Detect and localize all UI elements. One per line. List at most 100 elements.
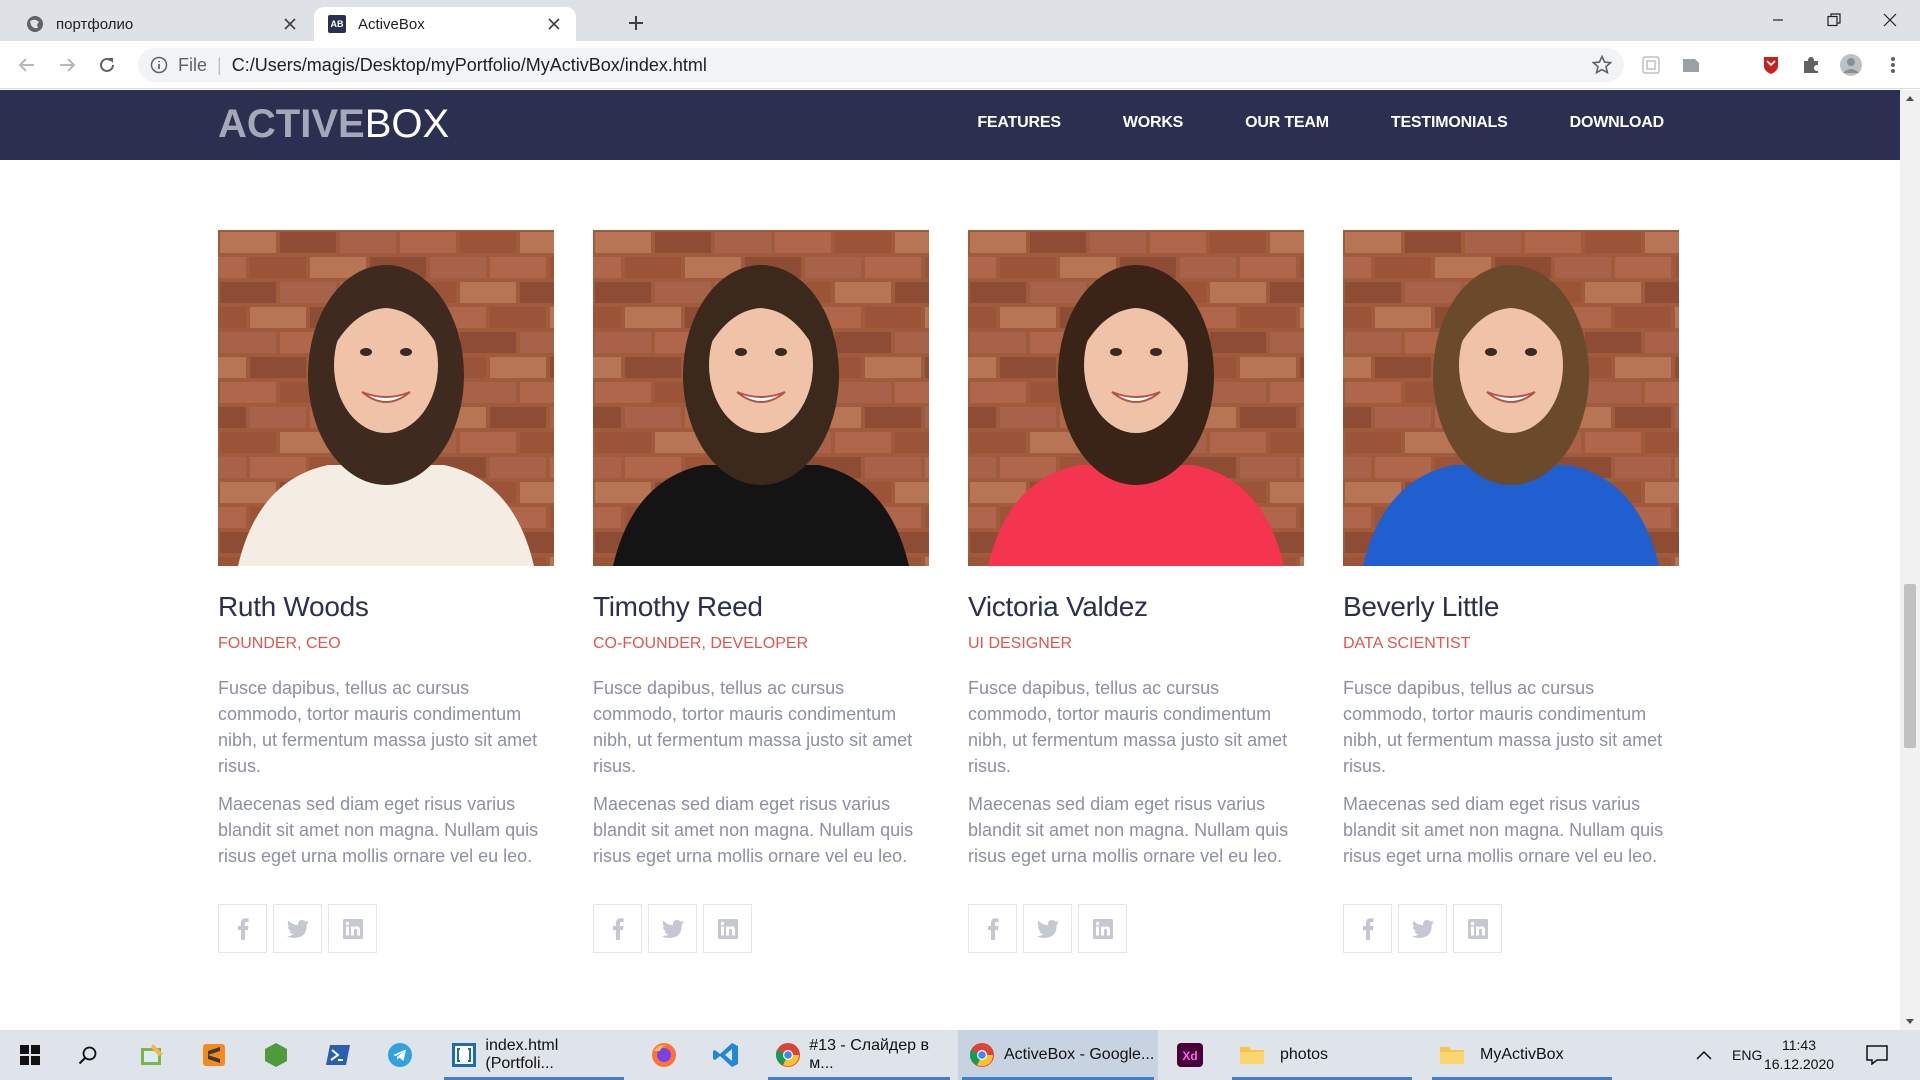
notification-icon <box>1866 1045 1888 1065</box>
twitter-link[interactable] <box>1398 904 1447 953</box>
svg-text:Xd: Xd <box>1182 1049 1197 1063</box>
member-bio: Fusce dapibus, tellus ac cursus commodo,… <box>593 678 913 776</box>
facebook-link[interactable] <box>218 904 267 953</box>
scrollbar-thumb[interactable] <box>1904 584 1916 748</box>
taskbar-app-node[interactable] <box>250 1030 302 1080</box>
taskbar-app-label: MyActivBox <box>1480 1046 1564 1063</box>
linkedin-link[interactable] <box>1453 904 1502 953</box>
scroll-up-arrow[interactable] <box>1900 90 1920 106</box>
profile-button[interactable] <box>1838 52 1864 78</box>
window-close-button[interactable] <box>1862 0 1918 40</box>
nav-testimonials[interactable]: TESTIMONIALS <box>1391 114 1508 132</box>
taskbar-app-explorer-myactivbox[interactable]: MyActivBox <box>1428 1030 1616 1080</box>
minimize-button[interactable] <box>1750 0 1806 40</box>
reload-button[interactable] <box>92 50 122 80</box>
address-bar[interactable]: File | C:/Users/magis/Desktop/myPortfoli… <box>138 48 1624 82</box>
social-links <box>593 904 929 953</box>
restore-button[interactable] <box>1806 0 1862 40</box>
facebook-link[interactable] <box>968 904 1017 953</box>
extension-button[interactable] <box>1758 52 1784 78</box>
taskbar-app-label: #13 - Слайдер в м... <box>809 1037 929 1072</box>
tab-title: ActiveBox <box>358 15 425 33</box>
back-button[interactable] <box>12 50 42 80</box>
linkedin-link[interactable] <box>328 904 377 953</box>
member-role: UI DESIGNER <box>968 635 1073 652</box>
member-bio: Fusce dapibus, tellus ac cursus commodo,… <box>218 678 538 776</box>
team-section: Ruth Woods FOUNDER, CEO Fusce dapibus, t… <box>218 230 1682 1020</box>
linkedin-link[interactable] <box>703 904 752 953</box>
nav-works[interactable]: WORKS <box>1123 114 1184 132</box>
browser-tab-bar: портфолио AB ActiveBox <box>0 0 1920 41</box>
close-icon[interactable] <box>280 14 300 34</box>
taskbar-app-label: index.html (Portfoli... <box>485 1037 559 1072</box>
ab-favicon: AB <box>328 15 346 33</box>
member-name: Beverly Little <box>1343 591 1500 622</box>
taskbar-app-vscode[interactable] <box>700 1030 752 1080</box>
taskbar-app-explorer-photos[interactable]: photos <box>1228 1030 1416 1080</box>
extension-button[interactable] <box>1678 52 1704 78</box>
info-icon[interactable] <box>150 56 168 74</box>
member-name: Victoria Valdez <box>968 591 1148 622</box>
taskbar-clock[interactable]: 11:43 16.12.2020 <box>1754 1036 1844 1074</box>
menu-button[interactable] <box>1880 52 1906 78</box>
taskbar-app-paint[interactable] <box>126 1030 178 1080</box>
linkedin-icon <box>342 918 363 939</box>
nav-features[interactable]: FEATURES <box>977 114 1061 132</box>
social-links <box>218 904 554 953</box>
search-button[interactable] <box>62 1030 114 1080</box>
new-tab-button[interactable] <box>622 9 650 37</box>
windows-logo-icon <box>20 1045 40 1065</box>
site-logo[interactable]: ACTIVEBOX <box>218 102 449 146</box>
url-text[interactable]: C:/Users/magis/Desktop/myPortfolio/MyAct… <box>232 55 707 76</box>
tray-overflow-button[interactable] <box>1696 1030 1712 1080</box>
forward-button[interactable] <box>52 50 82 80</box>
twitter-link[interactable] <box>1023 904 1072 953</box>
paint-icon <box>141 1044 163 1065</box>
taskbar-app-sublime[interactable] <box>188 1030 240 1080</box>
taskbar-app-powershell[interactable] <box>312 1030 364 1080</box>
search-icon <box>78 1046 97 1065</box>
tab-portfolio[interactable]: портфолио <box>12 7 312 41</box>
close-icon[interactable] <box>544 14 564 34</box>
taskbar-app-adobe-xd[interactable]: Xd <box>1164 1030 1216 1080</box>
taskbar-app-chrome-slider[interactable]: #13 - Слайдер в м... <box>764 1030 954 1080</box>
sublime-icon <box>203 1044 225 1066</box>
facebook-link[interactable] <box>593 904 642 953</box>
member-bio: Maecenas sed diam eget risus varius blan… <box>968 794 1289 866</box>
extensions-button[interactable] <box>1798 52 1824 78</box>
notification-button[interactable] <box>1866 1030 1888 1080</box>
twitter-link[interactable] <box>648 904 697 953</box>
taskbar-app-telegram[interactable] <box>374 1030 426 1080</box>
member-role: DATA SCIENTIST <box>1343 635 1471 652</box>
brackets-icon <box>450 1041 477 1069</box>
page-scrollbar[interactable] <box>1900 90 1920 1030</box>
puzzle-icon <box>1804 57 1818 73</box>
linkedin-icon <box>1092 918 1113 939</box>
taskbar-app-chrome-activebox[interactable]: ActiveBox - Google... <box>958 1030 1158 1080</box>
twitter-icon <box>661 919 684 938</box>
scroll-down-arrow[interactable] <box>1900 1014 1920 1030</box>
windows-taskbar: index.html (Portfoli... #13 - Слайдер в … <box>0 1030 1920 1080</box>
linkedin-link[interactable] <box>1078 904 1127 953</box>
taskbar-app-firefox[interactable] <box>638 1030 690 1080</box>
team-member-card: Victoria Valdez UI DESIGNER Fusce dapibu… <box>968 230 1304 953</box>
facebook-link[interactable] <box>1343 904 1392 953</box>
linkedin-icon <box>717 918 738 939</box>
taskbar-app-brackets[interactable]: index.html (Portfoli... <box>440 1030 628 1080</box>
globe-icon <box>26 15 44 33</box>
browser-toolbar: File | C:/Users/magis/Desktop/myPortfoli… <box>0 41 1920 89</box>
close-icon <box>1883 13 1897 27</box>
nav-our-team[interactable]: OUR TEAM <box>1245 114 1329 132</box>
tab-activebox[interactable]: AB ActiveBox <box>314 7 576 41</box>
social-links <box>968 904 1304 953</box>
clock-time: 11:43 <box>1782 1037 1816 1053</box>
nav-download[interactable]: DOWNLOAD <box>1570 114 1665 132</box>
extension-button[interactable] <box>1638 52 1664 78</box>
start-button[interactable] <box>4 1030 56 1080</box>
logo-strong: ACTIVE <box>218 102 365 146</box>
avatar-icon <box>1840 54 1862 76</box>
twitter-link[interactable] <box>273 904 322 953</box>
firefox-icon <box>652 1043 676 1067</box>
member-role: FOUNDER, CEO <box>218 635 341 652</box>
bookmark-star-icon[interactable] <box>1592 55 1612 75</box>
